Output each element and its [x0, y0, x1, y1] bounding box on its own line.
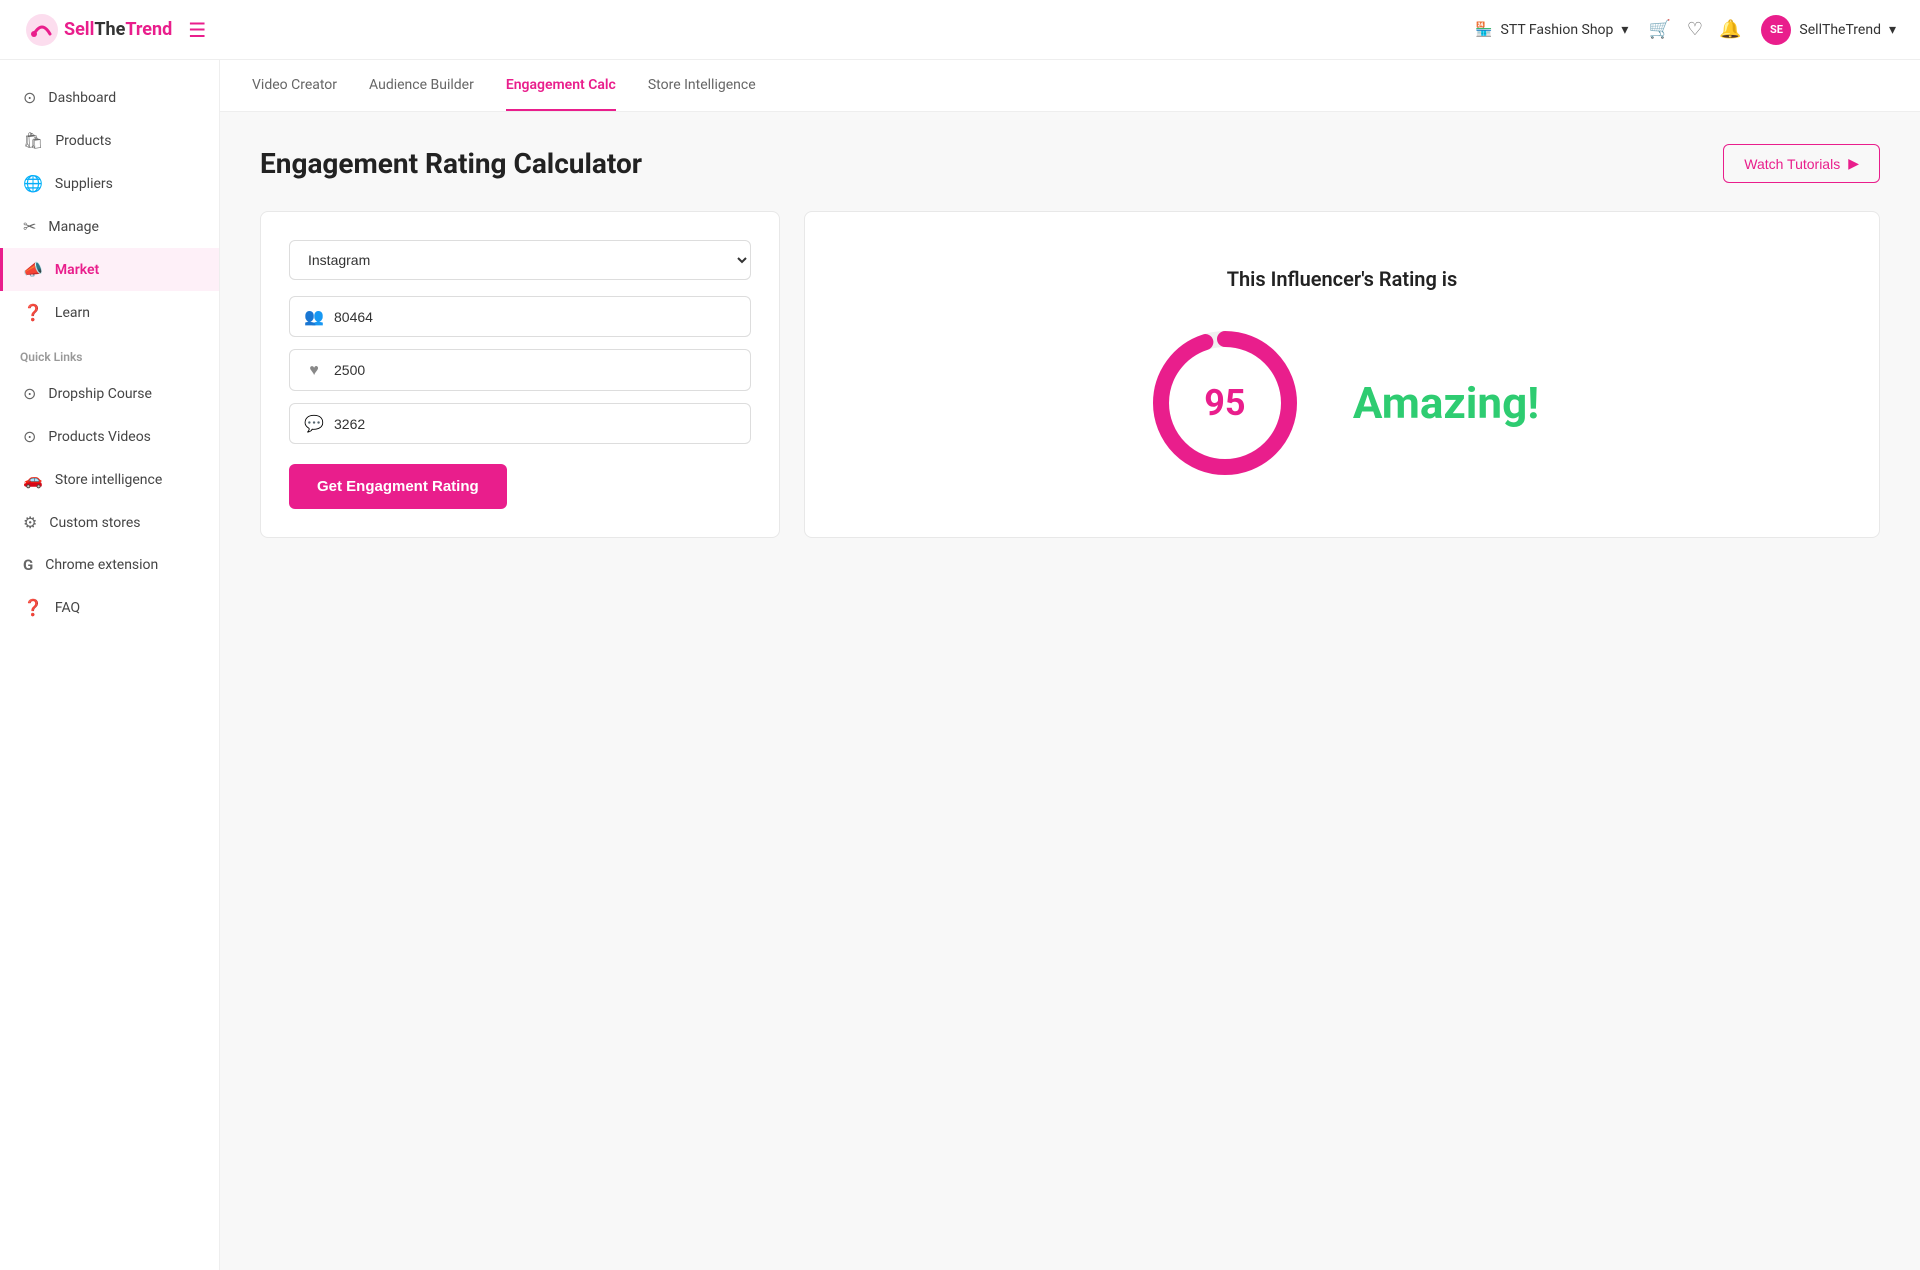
donut-score: 95 — [1204, 382, 1245, 424]
main-content: Video Creator Audience Builder Engagemen… — [220, 60, 1920, 1270]
sidebar-item-label: FAQ — [55, 600, 80, 616]
sidebar-item-suppliers[interactable]: 🌐 Suppliers — [0, 162, 219, 205]
sidebar-item-label: Suppliers — [55, 176, 113, 192]
result-body: 95 Amazing! — [1145, 323, 1539, 483]
learn-icon: ❓ — [23, 303, 43, 322]
shop-chevron-icon: ▾ — [1621, 22, 1628, 38]
faq-icon: ❓ — [23, 598, 43, 617]
watch-tutorials-button[interactable]: Watch Tutorials ▶ — [1723, 144, 1880, 183]
donut-chart: 95 — [1145, 323, 1305, 483]
likes-input-group: ♥ — [289, 349, 751, 391]
calculator-card: Instagram Twitter YouTube TikTok 👥 ♥ — [260, 211, 780, 538]
result-card: This Influencer's Rating is 95 Amazing! — [804, 211, 1880, 538]
header-right: 🏪 STT Fashion Shop ▾ 🛒 ♡ 🔔 SE SellTheTre… — [1475, 15, 1896, 45]
sidebar-item-dropship-course[interactable]: ⊙ Dropship Course — [0, 372, 219, 415]
shop-name: STT Fashion Shop — [1501, 22, 1614, 38]
products-icon: 🛍 — [23, 131, 43, 150]
page-header: Engagement Rating Calculator Watch Tutor… — [260, 144, 1880, 183]
likes-icon: ♥ — [304, 360, 324, 380]
chrome-icon: G — [23, 556, 33, 574]
sidebar-item-products[interactable]: 🛍 Products — [0, 119, 219, 162]
sidebar-item-chrome-extension[interactable]: G Chrome extension — [0, 544, 219, 586]
sidebar-item-label: Store intelligence — [55, 472, 162, 488]
result-title: This Influencer's Rating is — [1227, 267, 1458, 291]
logo[interactable]: SellTheTrend — [24, 12, 172, 48]
sidebar-item-learn[interactable]: ❓ Learn — [0, 291, 219, 334]
comments-input-group: 💬 — [289, 403, 751, 444]
sidebar-item-label: Products — [55, 133, 111, 149]
market-icon: 📣 — [23, 260, 43, 279]
tab-video-creator[interactable]: Video Creator — [252, 61, 337, 111]
heart-icon[interactable]: ♡ — [1687, 19, 1703, 40]
dropship-icon: ⊙ — [23, 384, 36, 403]
shop-selector[interactable]: 🏪 STT Fashion Shop ▾ — [1475, 22, 1628, 38]
followers-icon: 👥 — [304, 307, 324, 326]
comments-input[interactable] — [334, 416, 736, 432]
cart-icon[interactable]: 🛒 — [1648, 19, 1670, 40]
sidebar: ⊙ Dashboard 🛍 Products 🌐 Suppliers ✂ Man… — [0, 60, 220, 1270]
tab-audience-builder[interactable]: Audience Builder — [369, 61, 474, 111]
sidebar-item-label: Dashboard — [48, 90, 116, 106]
followers-input[interactable] — [334, 309, 736, 325]
bell-icon[interactable]: 🔔 — [1719, 19, 1741, 40]
sidebar-item-label: Dropship Course — [48, 386, 152, 402]
play-circle-icon: ▶ — [1848, 155, 1859, 172]
tab-engagement-calc[interactable]: Engagement Calc — [506, 61, 616, 111]
sidebar-item-label: Products Videos — [48, 429, 151, 445]
page-title: Engagement Rating Calculator — [260, 147, 642, 180]
sub-nav: Video Creator Audience Builder Engagemen… — [220, 60, 1920, 112]
sidebar-item-products-videos[interactable]: ⊙ Products Videos — [0, 415, 219, 458]
watch-tutorials-label: Watch Tutorials — [1744, 156, 1840, 172]
logo-icon — [24, 12, 60, 48]
amazing-label: Amazing! — [1353, 377, 1539, 429]
sidebar-item-label: Market — [55, 262, 99, 278]
custom-stores-icon: ⚙ — [23, 513, 37, 532]
tab-store-intelligence[interactable]: Store Intelligence — [648, 61, 756, 111]
comments-icon: 💬 — [304, 414, 324, 433]
hamburger-menu[interactable]: ☰ — [188, 18, 206, 42]
sidebar-item-custom-stores[interactable]: ⚙ Custom stores — [0, 501, 219, 544]
suppliers-icon: 🌐 — [23, 174, 43, 193]
sidebar-item-dashboard[interactable]: ⊙ Dashboard — [0, 76, 219, 119]
header: SellTheTrend ☰ 🏪 STT Fashion Shop ▾ 🛒 ♡ … — [0, 0, 1920, 60]
sidebar-item-label: Custom stores — [49, 515, 140, 531]
cards-area: Instagram Twitter YouTube TikTok 👥 ♥ — [260, 211, 1880, 538]
get-rating-button[interactable]: Get Engagment Rating — [289, 464, 507, 509]
user-avatar: SE — [1761, 15, 1791, 45]
likes-input[interactable] — [334, 362, 736, 378]
sidebar-item-faq[interactable]: ❓ FAQ — [0, 586, 219, 629]
header-icons: 🛒 ♡ 🔔 — [1648, 19, 1741, 40]
page-content: Engagement Rating Calculator Watch Tutor… — [220, 112, 1920, 1270]
sidebar-item-label: Manage — [48, 219, 98, 235]
followers-input-group: 👥 — [289, 296, 751, 337]
videos-icon: ⊙ — [23, 427, 36, 446]
manage-icon: ✂ — [23, 217, 36, 236]
user-name: SellTheTrend — [1799, 22, 1881, 38]
layout: ⊙ Dashboard 🛍 Products 🌐 Suppliers ✂ Man… — [0, 60, 1920, 1270]
platform-select[interactable]: Instagram Twitter YouTube TikTok — [289, 240, 751, 280]
store-intel-icon: 🚗 — [23, 470, 43, 489]
user-chevron-icon: ▾ — [1889, 22, 1896, 38]
quick-links-label: Quick Links — [0, 334, 219, 372]
shop-icon: 🏪 — [1475, 22, 1492, 38]
sidebar-item-market[interactable]: 📣 Market — [0, 248, 219, 291]
sidebar-item-manage[interactable]: ✂ Manage — [0, 205, 219, 248]
logo-area: SellTheTrend ☰ — [24, 12, 244, 48]
sidebar-item-store-intelligence[interactable]: 🚗 Store intelligence — [0, 458, 219, 501]
sidebar-item-label: Learn — [55, 305, 90, 321]
dashboard-icon: ⊙ — [23, 88, 36, 107]
user-badge[interactable]: SE SellTheTrend ▾ — [1761, 15, 1896, 45]
sidebar-item-label: Chrome extension — [45, 557, 158, 573]
